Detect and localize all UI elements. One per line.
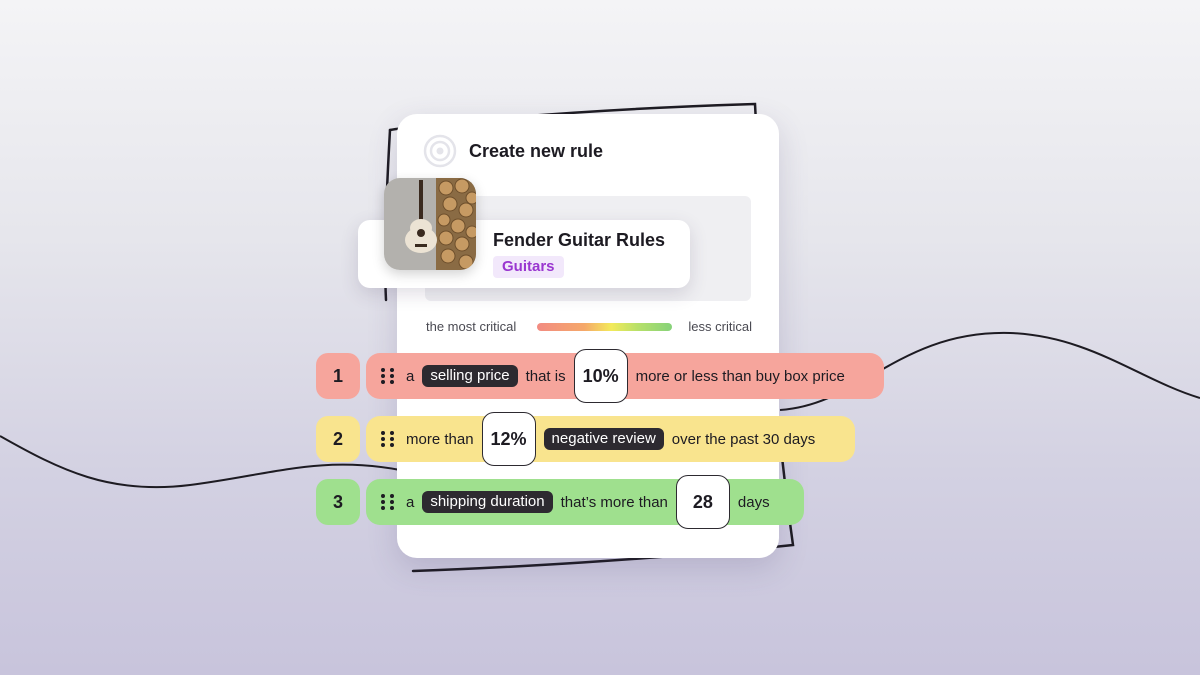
rule-text: a: [406, 493, 415, 511]
scale-right-label: less critical: [688, 319, 752, 334]
card-header: Create new rule: [423, 134, 603, 168]
rule-row-2[interactable]: more than 12% negative review over the p…: [366, 412, 855, 466]
card-title: Create new rule: [469, 140, 604, 161]
rule-text: a: [406, 367, 415, 385]
rule-row-3[interactable]: a shipping duration that’s more than 28 …: [366, 475, 804, 529]
target-icon: [423, 134, 457, 168]
criticality-gradient-bar: [537, 323, 672, 331]
rule-text: more than: [406, 430, 474, 448]
metric-pill[interactable]: selling price: [422, 365, 518, 387]
metric-pill[interactable]: negative review: [543, 428, 664, 450]
metric-pill[interactable]: shipping duration: [422, 491, 553, 513]
drag-handle-icon[interactable]: [380, 430, 396, 448]
product-name: Fender Guitar Rules: [493, 230, 666, 250]
drag-handle-icon[interactable]: [380, 493, 396, 511]
drag-handle-icon[interactable]: [380, 367, 396, 385]
rule-number-3: 3: [316, 479, 360, 525]
rule-number-1: 1: [316, 353, 360, 399]
rule-number-2: 2: [316, 416, 360, 462]
rule-text: days: [737, 493, 770, 511]
guitar-thumbnail: [384, 178, 476, 270]
rule-text: over the past 30 days: [671, 430, 816, 448]
value-input[interactable]: 12%: [481, 412, 536, 466]
scale-left-label: the most critical: [426, 319, 517, 334]
rule-text: that is: [525, 367, 566, 385]
criticality-scale: the most critical less critical: [426, 318, 752, 336]
rule-row-1[interactable]: a selling price that is 10% more or less…: [366, 349, 884, 403]
rule-text: that’s more than: [560, 493, 668, 511]
rule-text: more or less than buy box price: [635, 367, 845, 385]
category-tag[interactable]: Guitars: [493, 256, 564, 278]
value-input[interactable]: 28: [675, 475, 730, 529]
value-input[interactable]: 10%: [573, 349, 628, 403]
